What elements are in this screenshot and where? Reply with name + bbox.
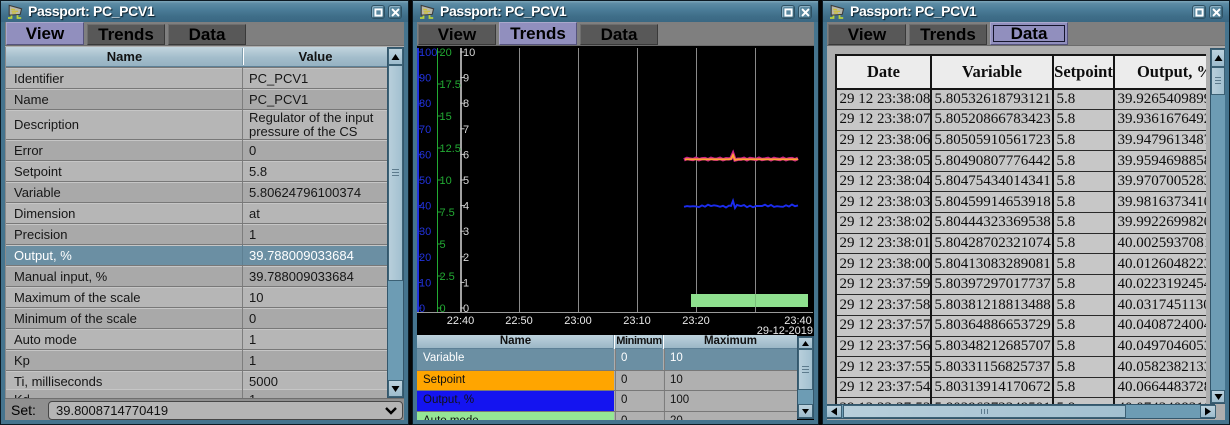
svg-text:4: 4 xyxy=(463,201,469,213)
svg-text:10: 10 xyxy=(419,277,431,289)
svg-text:0: 0 xyxy=(440,303,446,315)
svg-text:50: 50 xyxy=(419,175,431,187)
svg-text:10: 10 xyxy=(440,175,452,187)
svg-text:5: 5 xyxy=(440,239,446,251)
svg-text:17.5: 17.5 xyxy=(440,79,461,91)
svg-text:23:10: 23:10 xyxy=(623,315,651,327)
svg-text:3: 3 xyxy=(463,226,469,238)
svg-text:60: 60 xyxy=(419,149,431,161)
svg-text:40: 40 xyxy=(419,201,431,213)
svg-text:70: 70 xyxy=(419,124,431,136)
svg-text:10: 10 xyxy=(463,47,475,59)
svg-text:20: 20 xyxy=(440,47,452,59)
svg-text:2.5: 2.5 xyxy=(440,271,455,283)
svg-text:29-12-2019: 29-12-2019 xyxy=(757,325,813,335)
svg-text:90: 90 xyxy=(419,73,431,85)
svg-text:8: 8 xyxy=(463,98,469,110)
svg-text:7.5: 7.5 xyxy=(440,207,455,219)
svg-text:0: 0 xyxy=(419,303,425,315)
svg-text:23:00: 23:00 xyxy=(564,315,592,327)
svg-text:20: 20 xyxy=(419,252,431,264)
svg-text:15: 15 xyxy=(440,111,452,123)
svg-text:9: 9 xyxy=(463,73,469,85)
svg-text:5: 5 xyxy=(463,175,469,187)
svg-text:100: 100 xyxy=(419,47,437,59)
svg-text:0: 0 xyxy=(463,303,469,315)
svg-text:23:20: 23:20 xyxy=(682,315,710,327)
svg-text:12.5: 12.5 xyxy=(440,143,461,155)
svg-text:1: 1 xyxy=(463,277,469,289)
svg-text:22:40: 22:40 xyxy=(447,315,475,327)
svg-text:22:50: 22:50 xyxy=(505,315,533,327)
svg-text:7: 7 xyxy=(463,124,469,136)
svg-text:30: 30 xyxy=(419,226,431,238)
svg-text:6: 6 xyxy=(463,149,469,161)
svg-text:2: 2 xyxy=(463,252,469,264)
svg-text:80: 80 xyxy=(419,98,431,110)
